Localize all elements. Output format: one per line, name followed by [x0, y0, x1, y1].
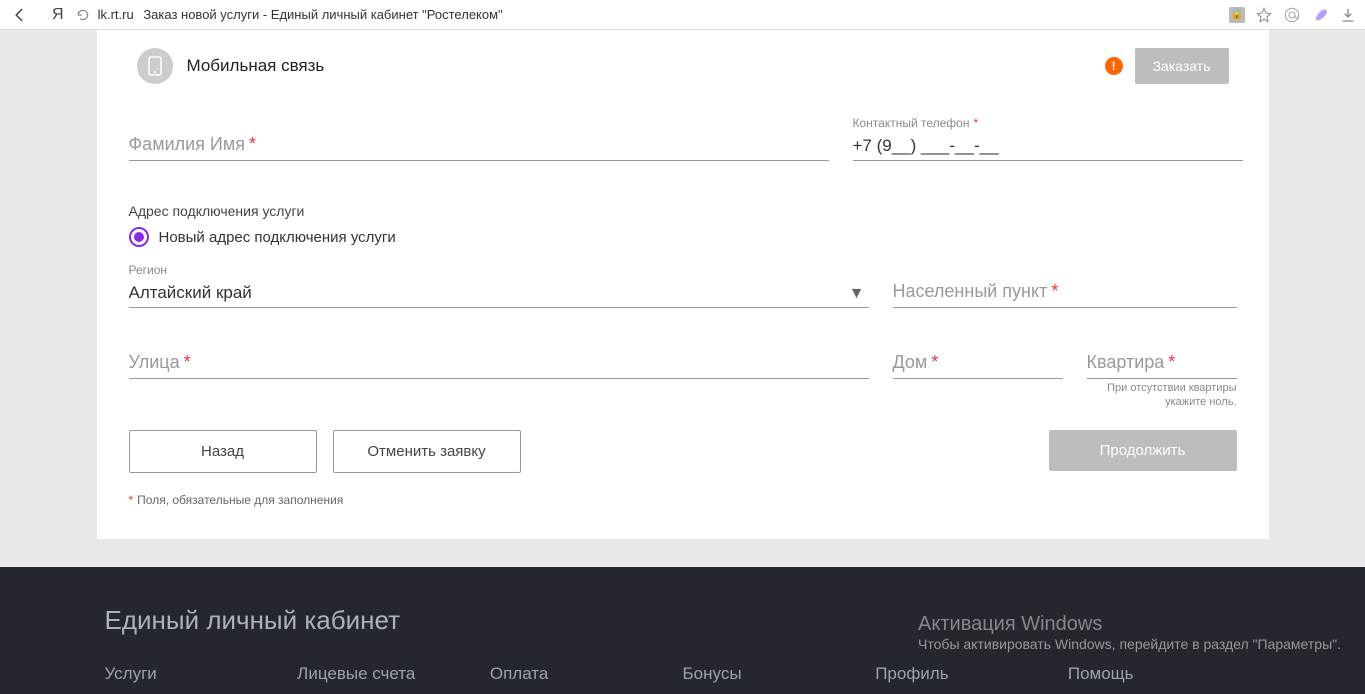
house-input[interactable] — [893, 350, 1063, 379]
address-section-label: Адрес подключения услуги — [129, 203, 1237, 219]
footer-columns: Услуги Заказать новую услугу Лицевые сче… — [105, 664, 1261, 694]
footer-col-head: Помощь — [1068, 664, 1261, 684]
continue-button[interactable]: Продолжить — [1049, 430, 1237, 471]
download-icon[interactable] — [1339, 6, 1357, 24]
footer-col-head: Оплата — [490, 664, 683, 684]
footer-col-help: Помощь Частые вопросы — [1068, 664, 1261, 694]
footer: Единый личный кабинет Услуги Заказать но… — [0, 567, 1365, 694]
button-row: Назад Отменить заявку Продолжить — [129, 430, 1237, 473]
lock-icon[interactable]: 🔒 — [1229, 7, 1245, 23]
radio-new-address[interactable]: Новый адрес подключения услуги — [129, 227, 1237, 247]
reload-icon[interactable] — [76, 8, 90, 22]
page-viewport[interactable]: Мобильная связь ! Заказать Фамилия Имя* … — [0, 30, 1365, 694]
locality-field[interactable]: Населенный пункт* — [893, 279, 1237, 308]
form-area: Фамилия Имя* Контактный телефон* Адрес п… — [129, 102, 1237, 507]
warning-icon: ! — [1105, 57, 1123, 75]
radio-icon[interactable] — [129, 227, 149, 247]
page-title: Заказ новой услуги - Единый личный кабин… — [143, 7, 502, 22]
flat-hint: При отсутствии квартиры укажите ноль. — [1087, 381, 1237, 410]
flat-field[interactable]: Квартира* При отсутствии квартиры укажит… — [1087, 350, 1237, 410]
footer-col-head: Профиль — [875, 664, 1068, 684]
bookmark-star-icon[interactable] — [1255, 6, 1273, 24]
phone-input[interactable] — [853, 132, 1243, 161]
region-input[interactable] — [129, 279, 869, 308]
order-button[interactable]: Заказать — [1135, 48, 1229, 84]
footer-col-bonus: Бонусы Программа «БОНУС» — [683, 664, 876, 694]
locality-input[interactable] — [893, 279, 1237, 308]
yandex-logo-icon[interactable]: Я — [52, 6, 64, 24]
footer-col-services: Услуги Заказать новую услугу — [105, 664, 298, 694]
flat-input[interactable] — [1087, 350, 1237, 379]
street-field[interactable]: Улица* — [129, 350, 869, 410]
footer-col-accounts: Лицевые счета Привязать лицевой счёт — [297, 664, 490, 694]
footer-col-head: Лицевые счета — [297, 664, 490, 684]
footer-col-head: Бонусы — [683, 664, 876, 684]
street-input[interactable] — [129, 350, 869, 379]
cancel-button[interactable]: Отменить заявку — [333, 430, 521, 473]
at-icon[interactable] — [1283, 6, 1301, 24]
region-label: Регион — [129, 263, 168, 277]
radio-label: Новый адрес подключения услуги — [159, 229, 396, 246]
required-note: *Поля, обязательные для заполнения — [129, 493, 1237, 507]
url-bar[interactable]: lk.rt.ru Заказ новой услуги - Единый лич… — [98, 7, 503, 22]
content-card: Мобильная связь ! Заказать Фамилия Имя* … — [97, 30, 1269, 539]
footer-title: Единый личный кабинет — [105, 605, 1261, 636]
browser-bar: Я lk.rt.ru Заказ новой услуги - Единый л… — [0, 0, 1365, 30]
mobile-icon — [137, 48, 173, 84]
browser-right-icons: 🔒 — [1229, 6, 1357, 24]
feather-icon[interactable] — [1311, 6, 1329, 24]
phone-field[interactable]: Контактный телефон* — [853, 132, 1243, 161]
footer-col-profile: Профиль Персональная информация — [875, 664, 1068, 694]
fullname-input[interactable] — [129, 132, 829, 161]
house-field[interactable]: Дом* — [893, 350, 1063, 410]
service-row: Мобильная связь ! Заказать — [129, 30, 1237, 102]
back-icon[interactable] — [8, 3, 32, 27]
service-title: Мобильная связь — [187, 56, 1105, 76]
footer-col-payment: Оплата Мои карты — [490, 664, 683, 694]
back-button[interactable]: Назад — [129, 430, 317, 473]
url-domain: lk.rt.ru — [98, 7, 134, 22]
phone-label: Контактный телефон* — [853, 116, 979, 130]
region-field[interactable]: Регион ▼ — [129, 279, 869, 308]
footer-col-head: Услуги — [105, 664, 298, 684]
fullname-field[interactable]: Фамилия Имя* — [129, 132, 829, 161]
